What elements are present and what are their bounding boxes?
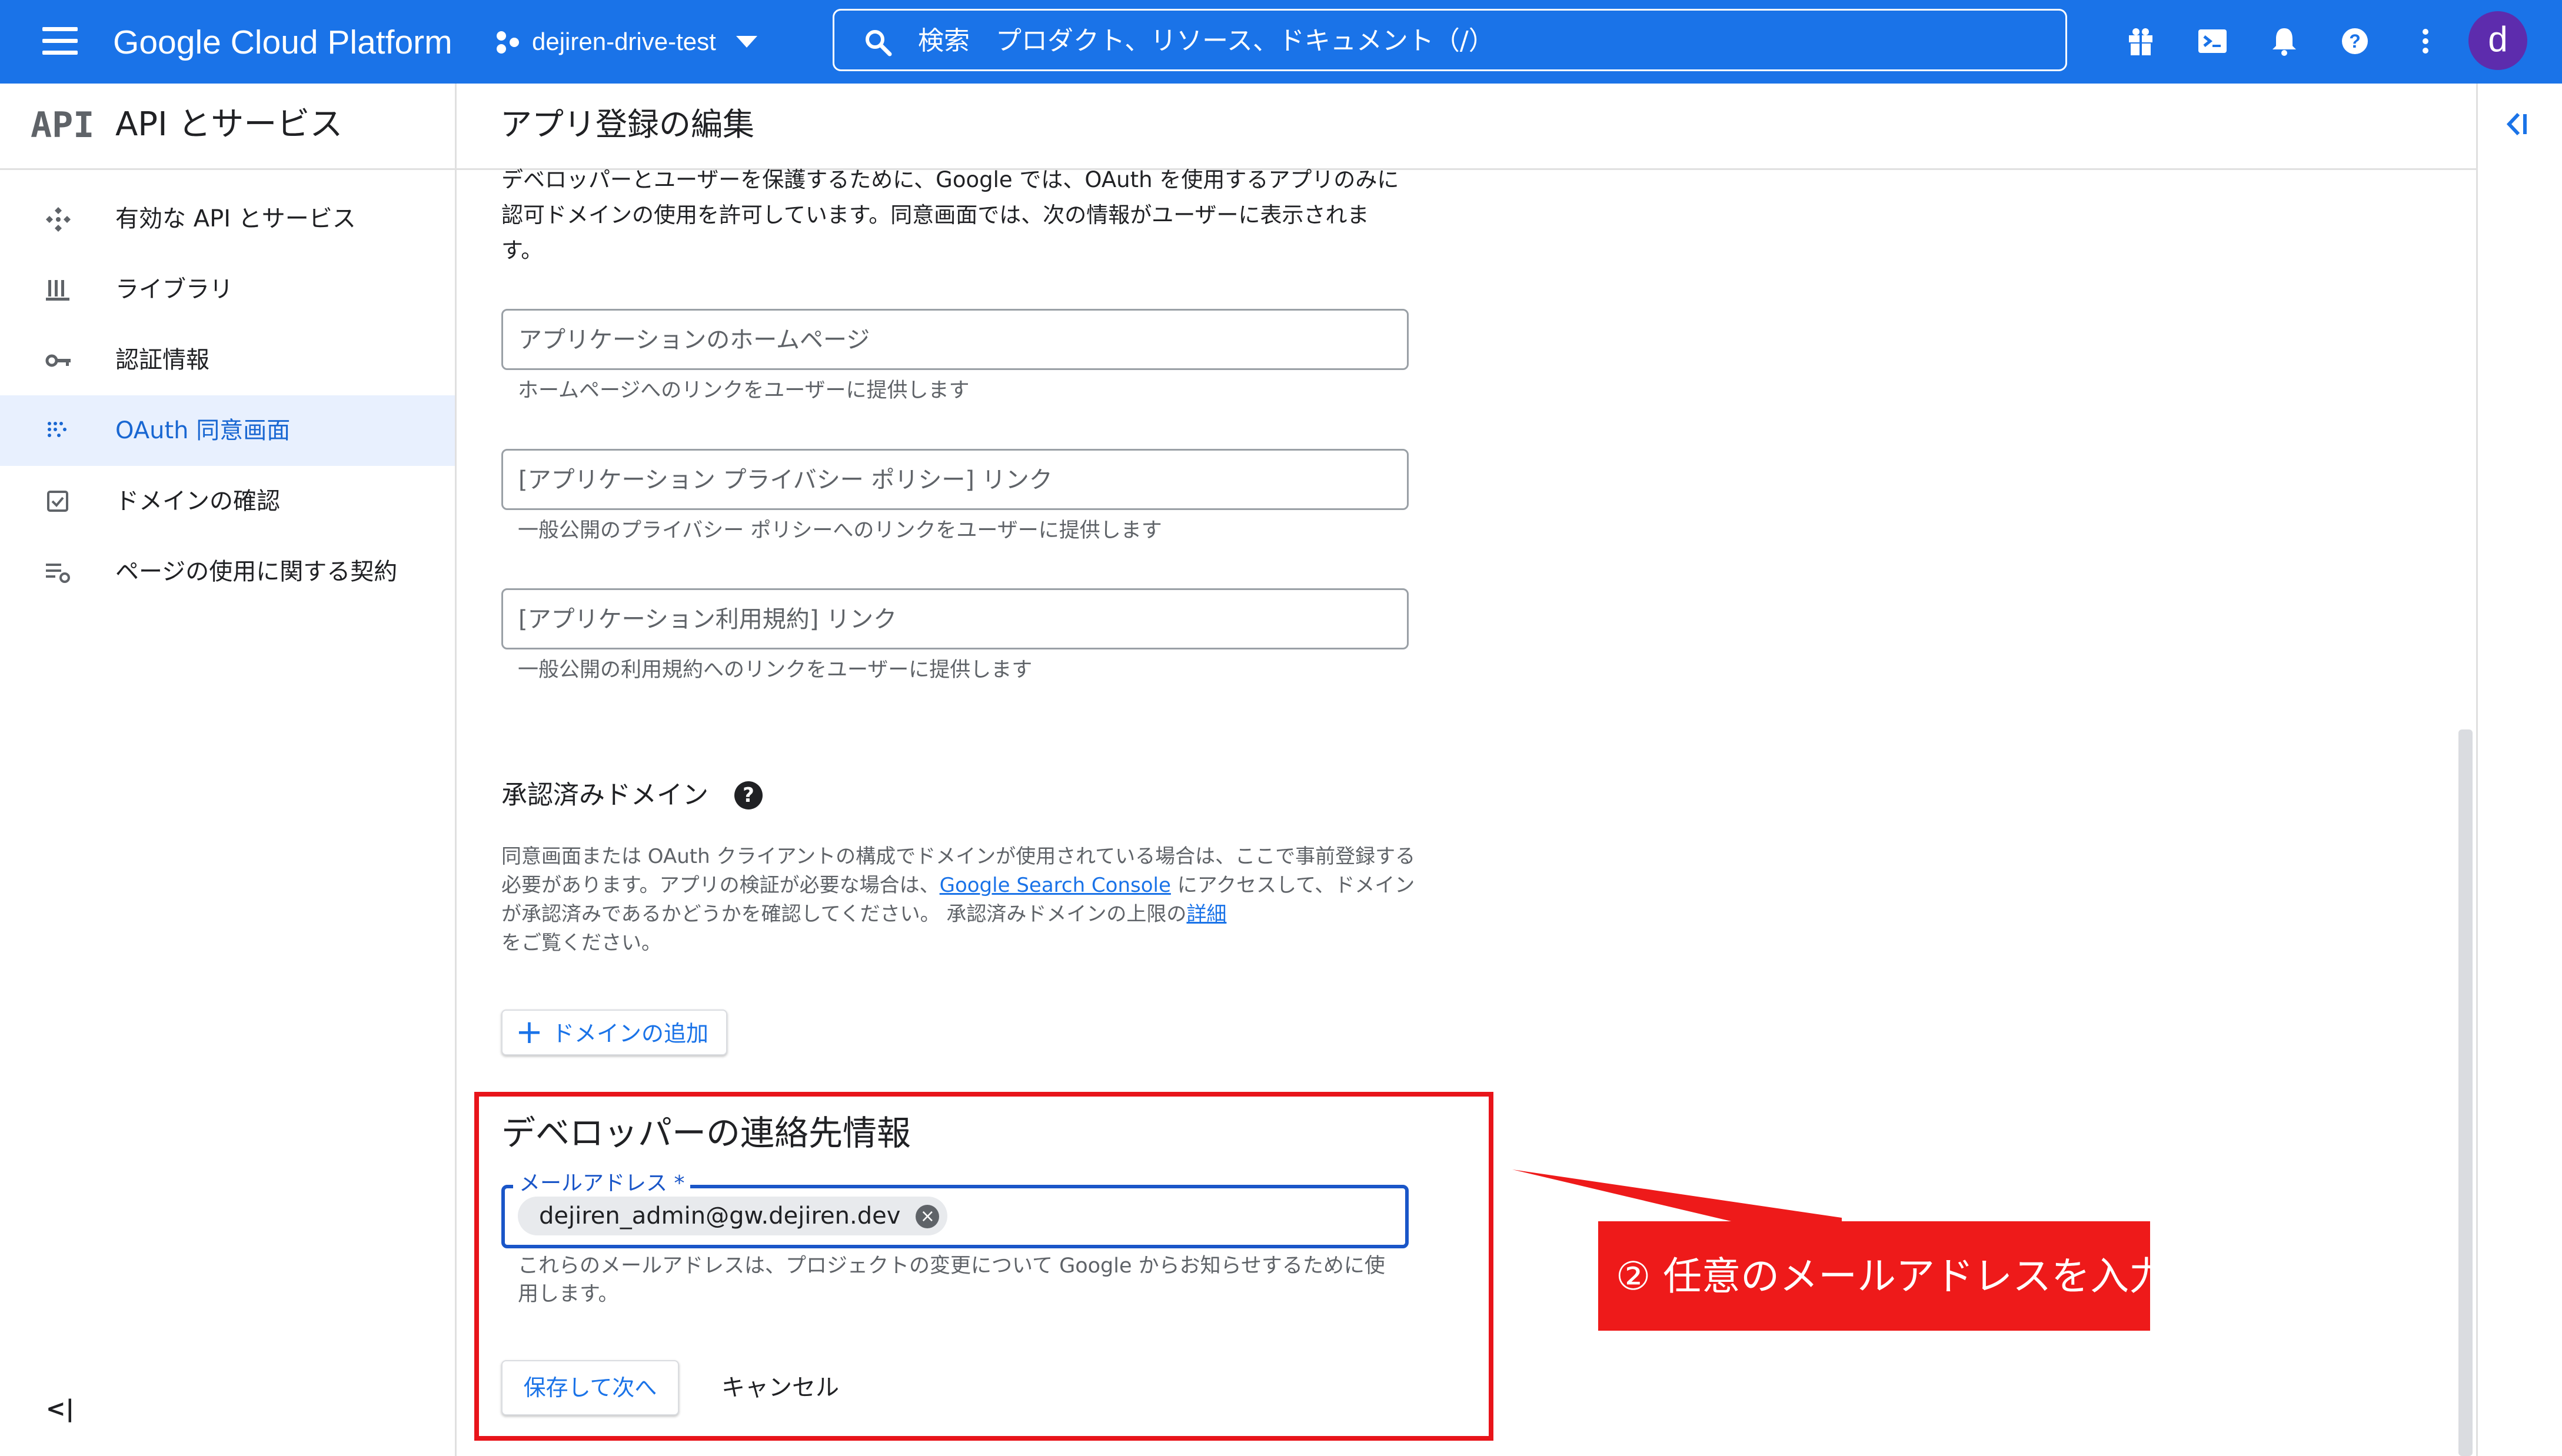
divider bbox=[2476, 84, 2478, 1456]
project-icon bbox=[497, 31, 519, 54]
sidebar-item-label: 認証情報 bbox=[115, 346, 209, 374]
avatar[interactable]: d bbox=[2468, 11, 2527, 70]
sidebar-item-oauth-consent[interactable]: OAuth 同意画面 bbox=[0, 395, 455, 466]
cloud-shell-icon[interactable] bbox=[2195, 24, 2230, 59]
plus-icon: + bbox=[515, 1013, 543, 1051]
privacy-policy-field[interactable]: [アプリケーション プライバシー ポリシー] リンク bbox=[501, 449, 1409, 510]
email-chip[interactable]: dejiren_admin@gw.dejiren.dev × bbox=[518, 1197, 948, 1235]
developer-contact-heading: デベロッパーの連絡先情報 bbox=[501, 1113, 911, 1153]
sidebar-item-label: OAuth 同意画面 bbox=[115, 417, 291, 444]
help-icon[interactable]: ? bbox=[734, 781, 763, 809]
sidebar-item-page-usage-agreements[interactable]: ページの使用に関する契約 bbox=[0, 537, 455, 607]
authorized-domains-description: 同意画面または OAuth クライアントの構成でドメインが使用されている場合は、… bbox=[501, 842, 1419, 958]
annotation-text: ② 任意のメールアドレスを入力 bbox=[1616, 1254, 2168, 1299]
apis-icon bbox=[46, 207, 71, 232]
sidebar-item-domain-verification[interactable]: ドメインの確認 bbox=[0, 466, 455, 537]
email-chip-value: dejiren_admin@gw.dejiren.dev bbox=[539, 1202, 901, 1230]
sidebar-item-library[interactable]: ライブラリ bbox=[0, 254, 455, 325]
chevron-down-icon bbox=[736, 36, 757, 48]
sidebar-item-label: ページの使用に関する契約 bbox=[115, 558, 398, 585]
key-icon bbox=[45, 354, 71, 367]
search-bar[interactable]: 検索 プロダクト、リソース、ドキュメント（/） bbox=[833, 9, 2067, 71]
save-and-continue-button[interactable]: 保存して次へ bbox=[501, 1360, 679, 1415]
search-icon bbox=[866, 30, 892, 56]
notifications-bell-icon[interactable] bbox=[2267, 24, 2302, 59]
collapse-panel-icon[interactable] bbox=[2503, 109, 2533, 139]
add-domain-label: ドメインの追加 bbox=[552, 1021, 709, 1047]
top-app-bar: Google Cloud Platform dejiren-drive-test… bbox=[0, 0, 2562, 84]
authorized-domains-heading: 承認済みドメイン bbox=[501, 780, 708, 810]
details-link[interactable]: 詳細 bbox=[1186, 902, 1226, 926]
intro-text: デベロッパーとユーザーを保護するために、Google では、OAuth を使用す… bbox=[501, 167, 1399, 263]
field-placeholder: [アプリケーション利用規約] リンク bbox=[518, 606, 897, 633]
annotation-callout: ② 任意のメールアドレスを入力 bbox=[1598, 1221, 2168, 1331]
help-icon[interactable]: ? bbox=[2337, 24, 2373, 59]
search-console-link[interactable]: Google Search Console bbox=[940, 874, 1171, 897]
email-helper-text: これらのメールアドレスは、プロジェクトの変更について Google からお知らせ… bbox=[518, 1254, 1385, 1306]
menu-icon[interactable] bbox=[42, 27, 78, 55]
brand-title[interactable]: Google Cloud Platform bbox=[113, 19, 452, 66]
close-icon[interactable]: × bbox=[916, 1205, 940, 1228]
field-helper-text: 一般公開の利用規約へのリンクをユーザーに提供します bbox=[518, 658, 1033, 682]
email-field-label: メールアドレス * bbox=[513, 1171, 691, 1197]
sidebar-item-label: 有効な API とサービス bbox=[115, 205, 356, 232]
api-logo: API bbox=[31, 105, 95, 146]
add-domain-button[interactable]: + ドメインの追加 bbox=[501, 1009, 727, 1055]
cancel-button[interactable]: キャンセル bbox=[704, 1360, 857, 1415]
sidebar-item-enabled-apis[interactable]: 有効な API とサービス bbox=[0, 184, 455, 254]
sidebar-item-label: ライブラリ bbox=[115, 276, 233, 303]
sidebar-item-label: ドメインの確認 bbox=[115, 488, 280, 515]
search-input[interactable]: 検索 プロダクト、リソース、ドキュメント（/） bbox=[918, 24, 1495, 59]
field-placeholder: [アプリケーション プライバシー ポリシー] リンク bbox=[518, 467, 1053, 494]
field-helper-text: ホームページへのリンクをユーザーに提供します bbox=[518, 379, 970, 402]
description-text: をご覧ください。 bbox=[501, 931, 661, 955]
divider bbox=[0, 168, 457, 170]
scrollbar[interactable] bbox=[2458, 729, 2473, 1456]
checkbox-icon bbox=[47, 491, 68, 512]
homepage-field[interactable]: アプリケーションのホームページ bbox=[501, 309, 1409, 370]
library-icon bbox=[46, 280, 69, 301]
collapse-sidebar-icon[interactable]: <| bbox=[46, 1395, 74, 1422]
oauth-consent-icon bbox=[48, 422, 66, 437]
field-helper-text: 一般公開のプライバシー ポリシーへのリンクをユーザーに提供します bbox=[518, 519, 1162, 542]
settings-list-icon bbox=[46, 564, 70, 583]
sidebar-title: API とサービス bbox=[115, 105, 343, 144]
svg-text:?: ? bbox=[2349, 31, 2361, 52]
field-placeholder: アプリケーションのホームページ bbox=[518, 326, 870, 354]
project-selector[interactable]: dejiren-drive-test bbox=[495, 21, 758, 62]
more-vert-icon[interactable] bbox=[2408, 24, 2443, 59]
terms-of-service-field[interactable]: [アプリケーション利用規約] リンク bbox=[501, 588, 1409, 649]
page-title: アプリ登録の編集 bbox=[500, 106, 754, 143]
project-name: dejiren-drive-test bbox=[532, 28, 716, 55]
gift-icon[interactable] bbox=[2123, 24, 2158, 59]
sidebar-item-credentials[interactable]: 認証情報 bbox=[0, 325, 455, 395]
